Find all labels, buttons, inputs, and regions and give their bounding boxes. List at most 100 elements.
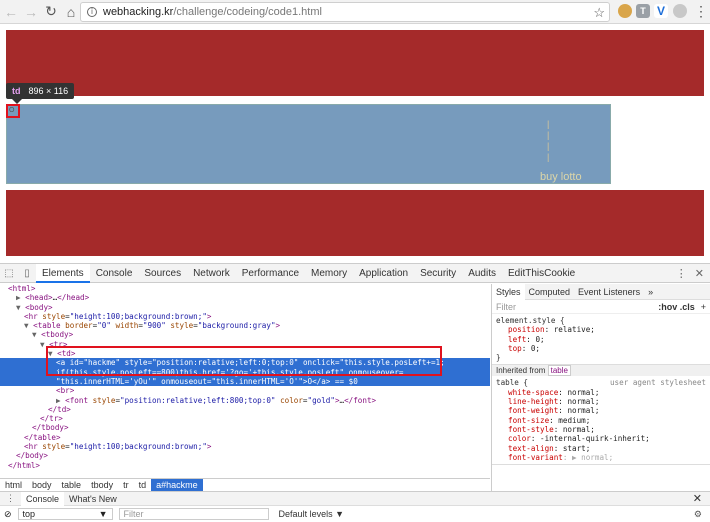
url-path: /challenge/codeing/code1.html — [173, 6, 322, 18]
globe-extension-icon[interactable] — [673, 4, 687, 18]
dom-node-line[interactable]: </tbody> — [0, 423, 490, 432]
style-property[interactable]: white-space: normal; — [496, 388, 706, 397]
console-filter-input[interactable]: Filter — [118, 508, 269, 520]
dom-node-line[interactable]: "this.innerHTML='yOu'" onmouseout="this.… — [0, 376, 490, 387]
style-property[interactable]: font-size: medium; — [496, 416, 706, 425]
dom-node-line[interactable]: <hr style="height:100;background:brown;"… — [0, 312, 490, 321]
bottom-brown-hr — [6, 190, 704, 256]
style-property[interactable]: position: relative; — [496, 325, 706, 334]
style-property[interactable]: line-height: normal; — [496, 397, 706, 406]
gear-icon[interactable]: ⚙ — [694, 509, 710, 520]
dom-node-line[interactable]: <html> — [0, 284, 490, 293]
dom-node-line[interactable]: </tr> — [0, 414, 490, 423]
style-property[interactable]: font-style: normal; — [496, 425, 706, 434]
styles-tab[interactable]: » — [644, 284, 657, 300]
dom-node-line[interactable]: ▼ <body> — [0, 303, 490, 312]
breadcrumb-item[interactable]: tr — [118, 479, 134, 491]
styles-tabbar: Styles Computed Event Listeners» — [492, 284, 710, 300]
forward-icon[interactable]: → — [22, 3, 40, 21]
back-icon[interactable]: ← — [2, 3, 20, 21]
breadcrumb-item[interactable]: tbody — [86, 479, 118, 491]
inspect-icon[interactable]: ⬚ — [0, 268, 18, 279]
hov-cls-toggle[interactable]: :hov .cls — [658, 302, 695, 312]
browser-toolbar: ← → ↻ ⌂ i webhacking.kr/challenge/codein… — [0, 0, 710, 24]
dom-node-line[interactable]: ▶ <font style="position:relative;left:80… — [0, 396, 490, 405]
info-icon[interactable]: i — [87, 7, 97, 17]
style-property[interactable]: font-variant: ▶ normal; — [496, 453, 706, 462]
drawer-tab-console[interactable]: Console — [21, 491, 65, 506]
top-brown-hr — [6, 30, 704, 96]
style-property[interactable]: top: 0; — [496, 344, 706, 353]
devtools-tab-audits[interactable]: Audits — [462, 264, 502, 283]
style-property[interactable]: left: 0; — [496, 335, 706, 344]
gold-mark: | — [547, 141, 550, 151]
styles-tab[interactable]: Computed — [525, 284, 575, 300]
context-select[interactable]: top ▼ — [17, 508, 113, 520]
dom-node-line[interactable]: <a id="hackme" style="position:relative;… — [0, 358, 490, 368]
breadcrumbs: html body table tbody tr td a#hackme — [0, 478, 490, 491]
drawer-menu-icon[interactable]: ⋮ — [0, 493, 21, 504]
styles-panel: Styles Computed Event Listeners» Filter :h… — [491, 284, 710, 491]
dom-node-line[interactable]: if(this.style.posLeft==800)this.href='?g… — [0, 367, 490, 377]
devtools-tab-memory[interactable]: Memory — [305, 264, 353, 283]
dom-node-line[interactable]: </html> — [0, 461, 490, 470]
hackme-link[interactable]: O — [9, 107, 14, 114]
device-toggle-icon[interactable]: ▯ — [18, 268, 36, 279]
close-devtools-icon[interactable]: ✕ — [695, 267, 704, 280]
dom-node-line[interactable]: ▼ <tr> — [0, 340, 490, 349]
drawer-tabbar: ⋮ Console What's New ✕ — [0, 491, 710, 506]
devtools-tab-security[interactable]: Security — [414, 264, 462, 283]
style-property[interactable]: color: -internal-quirk-inherit; — [496, 434, 706, 443]
more-tools-icon[interactable]: ⋮ — [676, 267, 687, 280]
buy-lotto-text: buy lotto — [540, 171, 582, 183]
tooltip-tag: td — [12, 86, 21, 96]
dom-node-line[interactable]: </body> — [0, 451, 490, 460]
drawer-tab-whats-new[interactable]: What's New — [64, 492, 122, 506]
dom-node-line[interactable]: </table> — [0, 433, 490, 442]
breadcrumb-item[interactable]: html — [0, 479, 27, 491]
gold-mark: | — [547, 152, 550, 162]
home-icon[interactable]: ⌂ — [62, 3, 80, 21]
devtools-tab-sources[interactable]: Sources — [138, 264, 187, 283]
console-toolbar: ⊘ top ▼ Filter Default levels ▼ ⚙ — [0, 506, 710, 522]
dom-node-line[interactable]: ▼ <td> — [0, 349, 490, 358]
browser-menu-icon[interactable]: ⋮ — [694, 3, 708, 20]
devtools-tab-editthiscookie[interactable]: EditThisCookie — [502, 264, 581, 283]
default-levels-select[interactable]: Default levels ▼ — [279, 509, 344, 519]
cookie-extension-icon[interactable] — [618, 4, 632, 18]
rule-selector: element.style { — [496, 316, 565, 325]
close-drawer-icon[interactable]: ✕ — [693, 492, 710, 505]
console-drawer: ⋮ Console What's New ✕ ⊘ top ▼ Filter Def… — [0, 491, 710, 522]
devtools-tab-network[interactable]: Network — [187, 264, 236, 283]
devtools: ⬚ ▯ Elements Console Sources Network Perform… — [0, 263, 710, 521]
bookmark-star-icon[interactable]: ☆ — [593, 5, 605, 21]
inherited-tag[interactable]: table — [547, 365, 571, 377]
style-property[interactable]: font-weight: normal; — [496, 406, 706, 415]
breadcrumb-item[interactable]: a#hackme — [151, 479, 203, 491]
breadcrumb-item[interactable]: table — [57, 479, 87, 491]
dom-tree[interactable]: <html> ▶ <head>…</head> ▼ <body> <hr style=… — [0, 284, 490, 478]
t-extension-icon[interactable]: T — [636, 4, 650, 18]
dom-node-line[interactable]: ▶ <head>…</head> — [0, 293, 490, 302]
address-bar[interactable]: i webhacking.kr/challenge/codeing/code1.… — [80, 2, 610, 22]
breadcrumb-item[interactable]: td — [134, 479, 152, 491]
reload-icon[interactable]: ↻ — [42, 3, 60, 21]
styles-filter[interactable]: Filter :hov .cls + — [492, 300, 710, 314]
dom-node-line[interactable]: <br> — [0, 386, 490, 395]
gray-table — [6, 104, 611, 184]
v-extension-icon[interactable]: V — [654, 4, 668, 18]
dom-node-line[interactable]: ▼ <table border="0" width="900" style="b… — [0, 321, 490, 330]
clear-console-icon[interactable]: ⊘ — [4, 509, 12, 520]
devtools-tab-console[interactable]: Console — [90, 264, 139, 283]
devtools-tab-application[interactable]: Application — [353, 264, 414, 283]
dom-node-line[interactable]: </td> — [0, 405, 490, 414]
styles-tab[interactable]: Styles — [492, 284, 525, 300]
devtools-tab-performance[interactable]: Performance — [236, 264, 305, 283]
devtools-tab-elements[interactable]: Elements — [36, 263, 90, 283]
styles-tab[interactable]: Event Listeners — [574, 284, 644, 300]
new-rule-icon[interactable]: + — [701, 302, 706, 312]
dom-node-line[interactable]: <hr style="height:100;background:brown;"… — [0, 442, 490, 451]
breadcrumb-item[interactable]: body — [27, 479, 57, 491]
style-property[interactable]: text-align: start; — [496, 444, 706, 453]
dom-node-line[interactable]: ▼ <tbody> — [0, 330, 490, 339]
